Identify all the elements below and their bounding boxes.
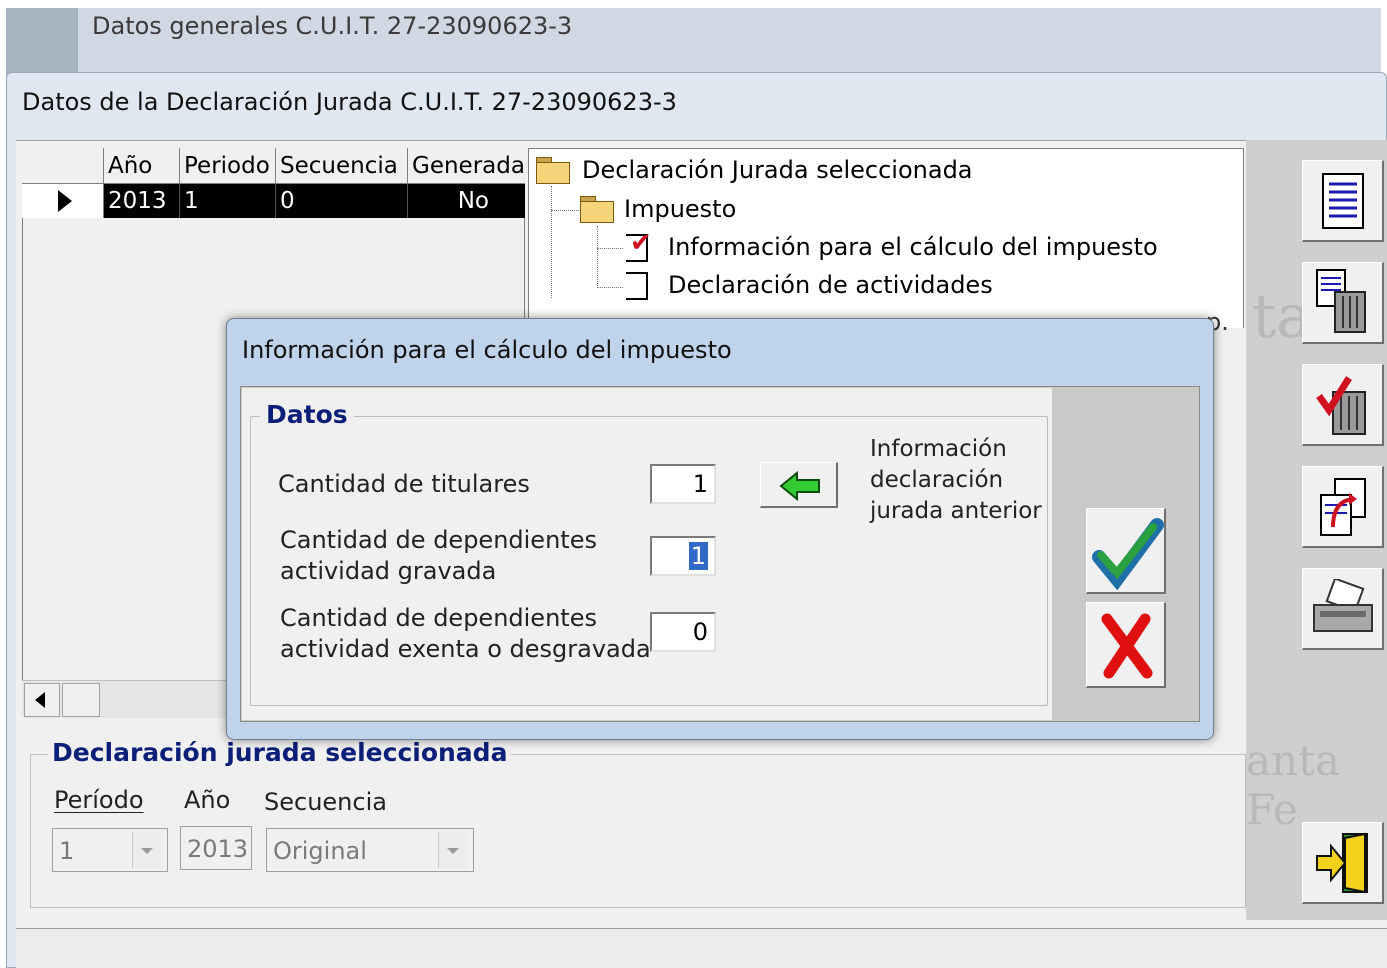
label-dep-gravada-line2: actividad gravada: [280, 557, 497, 585]
dep-gravada-selected-text: 1: [688, 542, 708, 570]
info-previous-line1: Información: [870, 436, 1007, 462]
label-dep-gravada: Cantidad de dependientes: [280, 526, 597, 554]
exit-door-icon: [1315, 832, 1368, 893]
ok-button[interactable]: [1086, 508, 1166, 594]
info-previous-line3: jurada anterior: [870, 498, 1042, 524]
copy-document-icon: [1319, 477, 1366, 536]
print-button[interactable]: [1302, 568, 1384, 650]
label-dep-exenta-line2: actividad exenta o desgravada: [280, 635, 651, 663]
grid-cell-periodo[interactable]: 1: [180, 184, 276, 218]
arrow-left-green-icon: [779, 470, 820, 502]
chevron-down-icon: [141, 848, 153, 854]
grid-cell-anio[interactable]: 2013: [104, 184, 180, 218]
label-titulares: Cantidad de titulares: [278, 470, 530, 498]
secuencia-value: Original: [273, 837, 367, 865]
grid-cell-generada[interactable]: No: [408, 184, 525, 218]
tree-node-root[interactable]: Declaración Jurada seleccionada: [582, 156, 973, 184]
titulares-input[interactable]: 1: [650, 464, 716, 504]
main-window-title: Datos de la Declaración Jurada C.U.I.T. …: [22, 88, 677, 116]
checkmark-icon: [1092, 518, 1164, 591]
dep-gravada-input[interactable]: 1: [650, 536, 716, 576]
anio-field[interactable]: 2013: [180, 826, 252, 870]
tree-node-calculo[interactable]: Información para el cálculo del impuesto: [668, 233, 1158, 261]
grid-header-anio[interactable]: Año: [104, 148, 180, 184]
tree-node-impuesto[interactable]: Impuesto: [624, 195, 736, 223]
delete-checked-button[interactable]: [1302, 364, 1384, 446]
row-pointer-icon: [58, 190, 72, 212]
scroll-thumb[interactable]: [62, 683, 100, 717]
label-periodo: Período: [54, 786, 144, 814]
delete-document-button[interactable]: [1302, 262, 1384, 344]
tree-node-actividades[interactable]: Declaración de actividades: [668, 271, 993, 299]
background-window-title: Datos generales C.U.I.T. 27-23090623-3: [92, 12, 573, 40]
printer-icon: [1312, 578, 1373, 632]
close-icon: [1101, 613, 1153, 679]
grid-header-periodo[interactable]: Periodo: [180, 148, 276, 184]
arrow-left-icon: [35, 692, 45, 708]
grid-header-secuencia[interactable]: Secuencia: [276, 148, 408, 184]
tree-line: [551, 210, 579, 211]
tree-line: [551, 186, 552, 298]
selected-declaration-title: Declaración jurada seleccionada: [48, 738, 512, 767]
datos-frame-title: Datos: [260, 400, 354, 429]
folder-open-icon: [536, 157, 570, 184]
load-previous-button[interactable]: [760, 462, 838, 508]
tree-line: [597, 226, 598, 288]
label-dep-exenta: Cantidad de dependientes: [280, 604, 597, 632]
info-previous-line2: declaración: [870, 467, 1004, 493]
dep-exenta-input[interactable]: 0: [650, 612, 716, 652]
trash-document-icon: [1315, 268, 1366, 333]
trash-check-icon: [1315, 375, 1366, 435]
anio-value: 2013: [187, 835, 249, 863]
periodo-value: 1: [59, 837, 75, 865]
cancel-button[interactable]: [1086, 602, 1166, 688]
copy-document-button[interactable]: [1302, 466, 1384, 548]
label-anio: Año: [184, 786, 231, 814]
tree-line: [597, 287, 623, 288]
watermark-text: anta Fe: [1246, 736, 1341, 834]
list-button[interactable]: [1302, 160, 1384, 242]
document-icon: [626, 272, 648, 300]
grid-cell-secuencia[interactable]: 0: [276, 184, 408, 218]
tree-line: [597, 248, 623, 249]
exit-button[interactable]: [1302, 822, 1384, 904]
dialog-title: Información para el cálculo del impuesto: [242, 336, 732, 364]
grid-header-indicator: [22, 148, 104, 184]
checkmark-icon: ✔: [630, 228, 652, 258]
status-bar: [16, 928, 1387, 968]
label-secuencia: Secuencia: [264, 788, 387, 816]
grid-header-generada[interactable]: Generada: [408, 148, 525, 184]
chevron-down-icon: [447, 848, 459, 854]
document-lines-icon: [1321, 172, 1364, 229]
folder-open-icon: [580, 196, 614, 223]
